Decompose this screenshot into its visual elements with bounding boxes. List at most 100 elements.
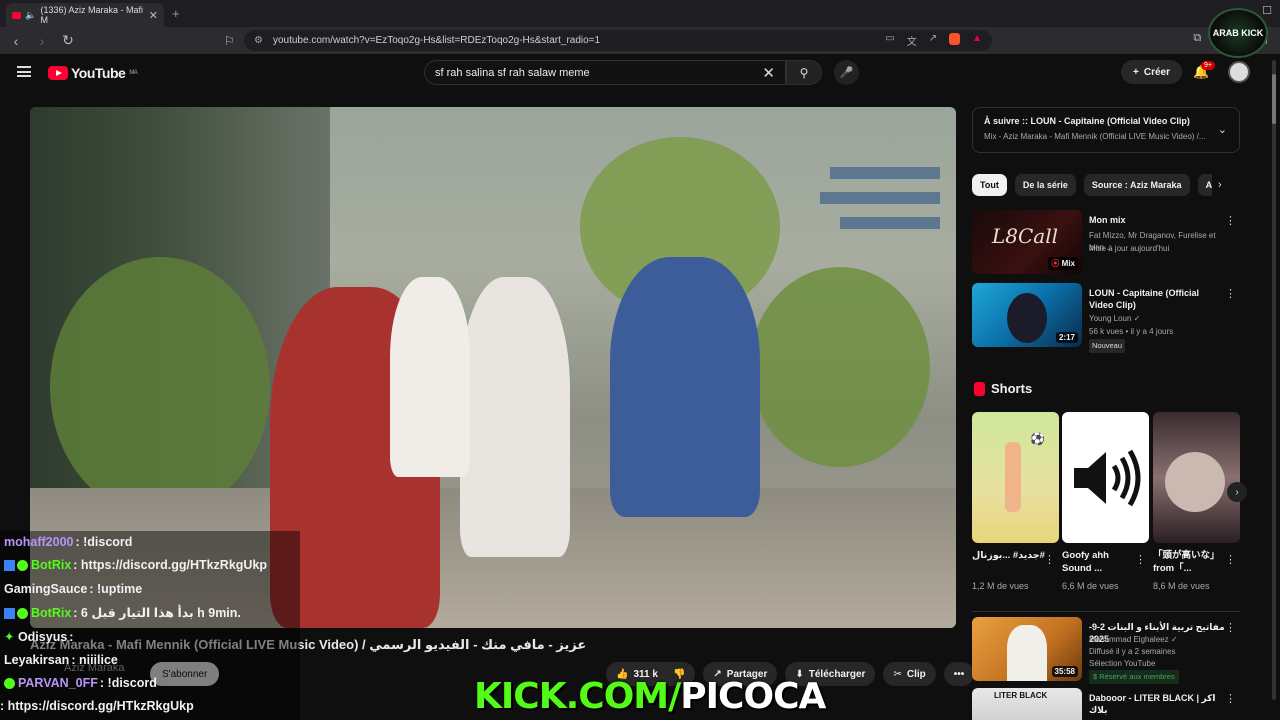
kick-channel: PICOCA (680, 676, 826, 717)
scrollbar-thumb[interactable] (1272, 74, 1276, 124)
mix-script-logo: L8Call (992, 224, 1059, 248)
list-item[interactable]: L8Call ⦿ Mix Mon mix Fat Mizzo, Mr Draga… (972, 210, 1240, 274)
extensions-icon[interactable]: ⧉ (1193, 32, 1201, 45)
soccer-ball-icon: ⚽ (1030, 432, 1045, 446)
close-tab-icon[interactable]: ✕ (149, 9, 158, 22)
more-options-icon[interactable]: ⋮ (1225, 214, 1236, 227)
reload-icon[interactable]: ↻ (58, 32, 78, 49)
share-icon[interactable]: ↗ (929, 33, 937, 48)
more-options-icon[interactable]: ⋮ (1225, 692, 1236, 705)
maximize-icon[interactable]: ☐ (1262, 4, 1272, 17)
more-options-icon[interactable]: ⋮ (1225, 287, 1236, 300)
mix-badge-text: Mix (1061, 259, 1075, 268)
cast-icon[interactable]: ▭ (885, 33, 894, 48)
list-item[interactable]: LITER BLACK Dabooor - LITER BLACK | اكر … (972, 688, 1240, 720)
chat-text: : niiilice (71, 653, 118, 667)
url-field[interactable]: ⚐ ⚙ youtube.com/watch?v=EzToqo2g-Hs&list… (224, 30, 992, 51)
chat-text: : !discord (75, 535, 133, 549)
diamond-icon: ✦ (4, 630, 18, 644)
members-icon: $ (1093, 672, 1098, 681)
chat-text: : https://discord.gg/HTkzRkgUkp (73, 558, 268, 572)
chip-series[interactable]: De la série (1014, 174, 1076, 196)
chip-all[interactable]: Tout (972, 174, 1007, 196)
more-options-icon[interactable]: ⋮ (1225, 621, 1236, 634)
short-thumbnail[interactable]: ⚽ (972, 412, 1059, 543)
translate-icon[interactable]: 文 (907, 33, 917, 48)
more-options-icon[interactable]: ⋮ (1135, 553, 1146, 566)
new-tab-icon[interactable]: + (172, 6, 180, 21)
chat-user: Odisyus (17, 630, 68, 644)
search-button[interactable]: ⚲ (786, 60, 822, 85)
youtube-logo[interactable]: YouTube MA (48, 65, 138, 81)
item-meta: Sélection YouTube (1089, 659, 1156, 668)
more-options-icon[interactable]: ⋮ (1225, 553, 1236, 566)
video-scene-clarinet-player (460, 277, 570, 557)
verified-icon (4, 678, 15, 690)
item-meta: 56 k vues • il y a 4 jours (1089, 327, 1174, 336)
bookmark-icon[interactable]: ⚐ (224, 34, 235, 48)
short-views: 1,2 M de vues (972, 581, 1029, 591)
new-badge: Nouveau (1089, 339, 1126, 353)
item-channel: Mohammad Elghaleez ✓ (1089, 634, 1229, 646)
chevron-down-icon[interactable]: ⌄ (1218, 123, 1227, 136)
site-info-icon[interactable]: ⚙ (254, 35, 263, 46)
logo-text: YouTube (71, 65, 126, 81)
list-item[interactable]: 2:17 LOUN - Capitaine (Official Video Cl… (972, 283, 1240, 353)
hamburger-menu-icon[interactable] (17, 66, 31, 77)
microphone-icon: 🎤 (839, 67, 854, 79)
verified-icon (17, 560, 28, 572)
members-only-badge: $ Réservé aux membres (1089, 670, 1179, 684)
chat-message: BotRix: 6 بدأ هذا التيار قبل h 9min. (4, 605, 241, 620)
logo-region: MA (129, 70, 138, 76)
search-input[interactable]: sf rah salina sf rah salaw meme ✕ (424, 60, 786, 85)
speaker-sound-icon (1073, 449, 1140, 506)
create-button[interactable]: + Créer (1121, 60, 1182, 84)
chat-text: : !uptime (89, 582, 143, 596)
shorts-heading-text: Shorts (991, 381, 1033, 396)
chat-user: BotRix (31, 606, 72, 620)
more-options-icon[interactable]: ⋮ (1044, 553, 1055, 566)
filter-chips: Tout De la série Source : Aziz Maraka Au (972, 174, 1212, 196)
search-icon: ⚲ (799, 65, 809, 80)
chevron-right-icon[interactable]: › (1218, 179, 1222, 191)
chip-source[interactable]: Source : Aziz Maraka (1083, 174, 1190, 196)
item-title: Dabooor - LITER BLACK | اكر بلاك (1089, 693, 1216, 715)
short-views: 8,6 M de vues (1153, 581, 1210, 591)
browser-tab[interactable]: 🔈 (1336) Aziz Maraka - Mafi M ✕ (6, 3, 164, 27)
notification-count-badge: 9+ (1201, 61, 1215, 70)
chat-message: BotRix: https://discord.gg/HTkzRkgUkp (4, 558, 267, 572)
speaker-icon: 🔈 (25, 9, 37, 20)
video-scene-sign (830, 167, 940, 179)
short-thumbnail[interactable] (1153, 412, 1240, 543)
rewards-icon[interactable]: ▲ (972, 33, 982, 48)
account-avatar[interactable] (1228, 61, 1250, 83)
up-next-title: À suivre :: LOUN - Capitaine (Official V… (984, 116, 1190, 126)
chat-message: GamingSauce: !uptime (4, 582, 142, 596)
short-title: 「頭が高いな」from「... (1153, 550, 1220, 574)
kick-domain: KICK.COM/ (474, 676, 681, 717)
brave-shield-icon[interactable] (949, 33, 961, 45)
more-actions-button[interactable]: ••• (943, 662, 975, 686)
chip-more[interactable]: Au (1197, 174, 1212, 196)
video-scene-sign (820, 192, 940, 204)
clip-button[interactable]: ✂ Clip (883, 662, 936, 686)
chat-user: Leyakirsan (4, 653, 70, 667)
plus-icon: + (1133, 66, 1139, 78)
voice-search-button[interactable]: 🎤 (834, 60, 859, 85)
item-tag: Nouveau (1089, 339, 1229, 353)
forward-icon[interactable]: › (32, 33, 52, 49)
back-icon[interactable]: ‹ (6, 33, 26, 49)
chat-text: : (69, 630, 74, 644)
item-title: Mon mix (1089, 215, 1126, 225)
shorts-next-button[interactable]: › (1227, 482, 1247, 502)
page-scrollbar[interactable] (1272, 60, 1276, 700)
list-item[interactable]: 35:58 مفاتيح تربية الأبناء و البنات 2-9-… (972, 617, 1240, 684)
url-text: youtube.com/watch?v=EzToqo2g-Hs&list=RDE… (272, 35, 601, 46)
shorts-icon (974, 381, 985, 396)
clear-search-icon[interactable]: ✕ (762, 64, 775, 82)
verified-icon: ✓ (1170, 635, 1178, 644)
duration-badge: 2:17 (1055, 332, 1078, 343)
short-thumbnail[interactable] (1062, 412, 1149, 543)
up-next-panel[interactable]: À suivre :: LOUN - Capitaine (Official V… (972, 107, 1240, 153)
item-channel-name: Mohammad Elghaleez (1089, 635, 1169, 644)
